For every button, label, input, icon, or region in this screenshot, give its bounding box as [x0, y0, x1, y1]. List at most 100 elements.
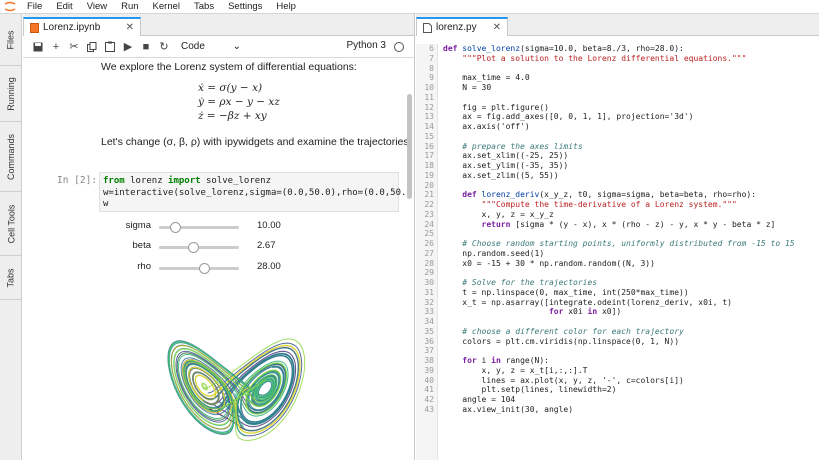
cell-type-dropdown[interactable]: Code ⌄: [181, 41, 241, 52]
code-line: ax.axis('off'): [443, 122, 530, 131]
code-line: # Solve for the trajectories: [443, 278, 598, 287]
slider-value-beta: 2.67: [257, 240, 276, 251]
cut-icon[interactable]: ✂: [65, 38, 83, 56]
code-line-3: w: [103, 199, 109, 209]
menu-kernel[interactable]: Kernel: [146, 0, 187, 14]
notebook-scrollbar[interactable]: [407, 94, 412, 199]
code-line: lines = ax.plot(x, y, z, '-', c=colors[i…: [443, 375, 684, 385]
kernel-status-icon: [394, 42, 404, 52]
sidebar-tab-tabs[interactable]: Tabs: [0, 256, 22, 300]
line-number: 20: [424, 180, 434, 190]
line-number: 7: [429, 53, 434, 63]
code-line: ax.view_init(30, angle): [443, 404, 574, 414]
line-number: 23: [424, 209, 434, 219]
line-number: 40: [424, 375, 434, 385]
menu-view[interactable]: View: [80, 0, 114, 14]
save-icon[interactable]: [29, 38, 47, 56]
line-number: 9: [429, 73, 434, 83]
slider-handle-beta[interactable]: [187, 242, 199, 253]
code-line: x, y, z = x_t[i,:,:].T: [443, 365, 588, 375]
editor-panel: lorenz.py ✕ 6 def solve_lorenz(sigma=10.0…: [416, 14, 819, 460]
code-line: angle = 104: [443, 395, 516, 404]
line-number: 13: [424, 112, 434, 122]
code-line: return [sigma * (y - x), x * (rho - z) -…: [443, 219, 776, 229]
code-line: t = np.linspace(0, max_time, int(250*max…: [443, 287, 689, 297]
code-line: for i in range(N):: [443, 356, 549, 365]
menu-tabs[interactable]: Tabs: [187, 0, 221, 14]
slider-handle-sigma[interactable]: [170, 222, 181, 233]
slider-value-rho: 28.00: [257, 261, 281, 272]
slider-handle-rho[interactable]: [198, 263, 210, 274]
slider-track-beta[interactable]: [159, 246, 239, 249]
line-number: 39: [424, 365, 434, 375]
line-number: 6: [429, 44, 434, 53]
close-icon[interactable]: ✕: [116, 22, 134, 33]
notebook-toolbar: + ✂ ▶ ■ ↻ Code ⌄ Python 3: [23, 36, 414, 58]
jupyter-logo-icon: [0, 0, 20, 14]
slider-label-sigma: sigma: [125, 220, 151, 231]
run-icon[interactable]: ▶: [119, 38, 137, 56]
insert-cell-icon[interactable]: +: [47, 38, 65, 56]
line-number: 29: [424, 268, 434, 278]
cell-type-label: Code: [181, 41, 205, 52]
code-line: ax.set_zlim((5, 55)): [443, 170, 559, 180]
line-number: 42: [424, 395, 434, 404]
sidebar-tab-files[interactable]: Files: [0, 14, 22, 66]
kernel-name[interactable]: Python 3: [347, 40, 386, 51]
code-line: x, y, z = x_y_z: [443, 209, 554, 219]
notebook-tab-bar: Lorenz.ipynb ✕: [23, 14, 414, 36]
line-number: 38: [424, 356, 434, 365]
sidebar-tab-cell-tools[interactable]: Cell Tools: [0, 192, 22, 256]
line-number: 21: [424, 190, 434, 200]
code-line: def solve_lorenz(sigma=10.0, beta=8./3, …: [443, 44, 684, 53]
equation-x: ẋ = σ(y − x): [198, 82, 263, 94]
tab-lorenz-py[interactable]: lorenz.py ✕: [416, 17, 508, 36]
code-line: ax.set_ylim((-35, 35)): [443, 161, 569, 170]
code-line: plt.setp(lines, linewidth=2): [443, 385, 617, 395]
line-number: 32: [424, 297, 434, 307]
menu-edit[interactable]: Edit: [49, 0, 79, 14]
lorenz-attractor-plot: [167, 338, 306, 441]
left-sidebar: Files Running Commands Cell Tools Tabs: [0, 14, 22, 460]
close-icon[interactable]: ✕: [483, 22, 501, 33]
code-cell[interactable]: from lorenz import solve_lorenz w=intera…: [99, 172, 407, 212]
line-number: 37: [424, 346, 434, 356]
line-number: 12: [424, 102, 434, 112]
line-number: 25: [424, 229, 434, 239]
outro-text: Let's change (σ, β, ρ) with ipywidgets a…: [101, 136, 407, 148]
line-number: 35: [424, 326, 434, 336]
restart-icon[interactable]: ↻: [155, 38, 173, 56]
menu-run[interactable]: Run: [114, 0, 145, 14]
menu-settings[interactable]: Settings: [221, 0, 269, 14]
line-number: 31: [424, 287, 434, 297]
sidebar-tab-commands[interactable]: Commands: [0, 122, 22, 192]
line-number: 34: [424, 317, 434, 326]
tab-lorenz-notebook[interactable]: Lorenz.ipynb ✕: [23, 17, 141, 36]
line-number: 18: [424, 161, 434, 170]
slider-label-rho: rho: [137, 261, 151, 272]
editor-tab-bar: lorenz.py ✕: [416, 14, 819, 36]
code-line: x0 = -15 + 30 * np.random.random((N, 3)): [443, 258, 655, 268]
notebook-panel: Lorenz.ipynb ✕ + ✂ ▶ ■ ↻ Code ⌄ Python 3…: [23, 14, 415, 460]
menu-file[interactable]: File: [20, 0, 49, 14]
intro-text: We explore the Lorenz system of differen…: [101, 61, 357, 73]
menu-help[interactable]: Help: [269, 0, 303, 14]
code-line: N = 30: [443, 83, 492, 92]
slider-label-beta: beta: [132, 240, 152, 251]
equation-z: ż = −βz + xy: [198, 110, 267, 122]
equation-y: ẏ = ρx − y − xz: [198, 96, 280, 108]
stop-icon[interactable]: ■: [137, 38, 155, 56]
code-line-2: w=interactive(solve_lorenz,sigma=(0.0,50…: [103, 187, 407, 198]
line-number: 8: [429, 63, 434, 73]
code-line: np.random.seed(1): [443, 248, 545, 258]
code-line: ax.set_xlim((-25, 25)): [443, 151, 569, 161]
copy-icon[interactable]: [83, 38, 101, 56]
code-line: colors = plt.cm.viridis(np.linspace(0, 1…: [443, 336, 680, 346]
notebook-icon: [30, 22, 39, 33]
code-line: # Choose random starting points, uniform…: [443, 239, 795, 248]
editor-tab-label: lorenz.py: [436, 22, 477, 33]
paste-icon[interactable]: [101, 38, 119, 56]
code-line: fig = plt.figure(): [443, 102, 549, 112]
line-number: 33: [424, 307, 434, 317]
sidebar-tab-running[interactable]: Running: [0, 66, 22, 122]
